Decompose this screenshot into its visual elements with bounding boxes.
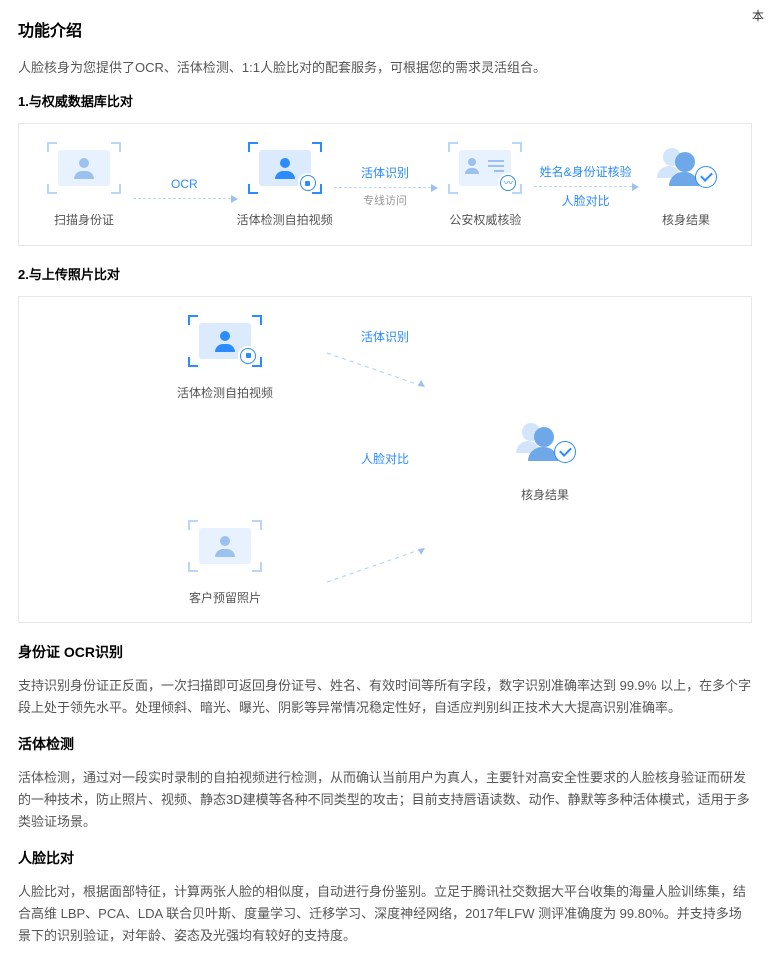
arrow-sub-private: 专线访问: [363, 192, 407, 211]
flow1-step-result: 核身结果: [641, 142, 731, 230]
flow2-label-result: 核身结果: [521, 485, 569, 505]
liveness-desc: 活体检测，通过对一段实时录制的自拍视频进行检测，从而确认当前用户为真人，主要针对…: [18, 767, 752, 833]
result-icon: [508, 417, 582, 469]
flow1-arrow-verify: 姓名&身份证核验 人脸对比: [530, 162, 641, 212]
flow2-label-customer: 客户预留照片: [189, 588, 261, 608]
arrow-label-ocr: OCR: [171, 174, 198, 194]
customer-photo-icon: [188, 520, 262, 572]
idcard-scan-icon: [47, 142, 121, 194]
flow2-arrow-compare: [325, 544, 445, 584]
flow1-arrow-ocr: OCR: [129, 174, 240, 199]
flow1-label-result: 核身结果: [662, 210, 710, 230]
flow2-grid: 活体检测自拍视频 活体识别 人脸对比 核身结果: [39, 315, 731, 608]
features-intro: 人脸核身为您提供了OCR、活体检测、1:1人脸比对的配套服务，可根据您的需求灵活…: [18, 57, 752, 79]
features-heading: 功能介绍: [18, 18, 752, 45]
flow1-row: 扫描身份证 OCR 活体检测自拍视频 活体识别 专线访问: [39, 142, 731, 230]
selfie-video-icon: [188, 315, 262, 367]
result-icon: [649, 142, 723, 194]
flow1-step-scan: 扫描身份证: [39, 142, 129, 230]
page-top-marker: 本: [752, 6, 764, 26]
flow2-card: 活体检测自拍视频 活体识别 人脸对比 核身结果: [18, 296, 752, 623]
flow2-step-selfie: 活体检测自拍视频: [125, 315, 325, 403]
compare-heading: 人脸比对: [18, 847, 752, 871]
flow2-label-selfie: 活体检测自拍视频: [177, 383, 273, 403]
flow1-title: 1.与权威数据库比对: [18, 91, 752, 113]
arrow-label-liveness: 活体识别: [361, 163, 409, 183]
flow1-card: 扫描身份证 OCR 活体检测自拍视频 活体识别 专线访问: [18, 123, 752, 245]
arrow-label-name-id: 姓名&身份证核验: [540, 162, 632, 182]
flow1-step-selfie: 活体检测自拍视频: [240, 142, 330, 230]
flow1-label-selfie: 活体检测自拍视频: [237, 210, 333, 230]
ocr-heading: 身份证 OCR识别: [18, 641, 752, 665]
ocr-desc: 支持识别身份证正反面，一次扫描即可返回身份证号、姓名、有效时间等所有字段，数字识…: [18, 675, 752, 719]
flow1-arrow-liveness: 活体识别 专线访问: [330, 163, 441, 211]
flow2-arrow-compare-label: 人脸对比: [325, 449, 445, 473]
flow2-title: 2.与上传照片比对: [18, 264, 752, 286]
flow1-label-police: 公安权威核验: [449, 210, 521, 230]
arrow-label-liveness2: 活体识别: [325, 327, 445, 347]
flow2-step-result: 核身结果: [445, 417, 645, 505]
liveness-heading: 活体检测: [18, 733, 752, 757]
selfie-video-icon: [248, 142, 322, 194]
flow1-label-scan: 扫描身份证: [54, 210, 114, 230]
arrow-label-face-compare2: 人脸对比: [361, 449, 409, 469]
flow1-step-police: 〰 公安权威核验: [440, 142, 530, 230]
arrow-label-face-compare: 人脸对比: [562, 191, 610, 211]
compare-desc: 人脸比对，根据面部特征，计算两张人脸的相似度，自动进行身份鉴别。立足于腾讯社交数…: [18, 881, 752, 947]
police-verify-icon: 〰: [448, 142, 522, 194]
flow2-step-customer: 客户预留照片: [125, 520, 325, 608]
flow2-arrow-liveness: 活体识别: [325, 327, 445, 391]
